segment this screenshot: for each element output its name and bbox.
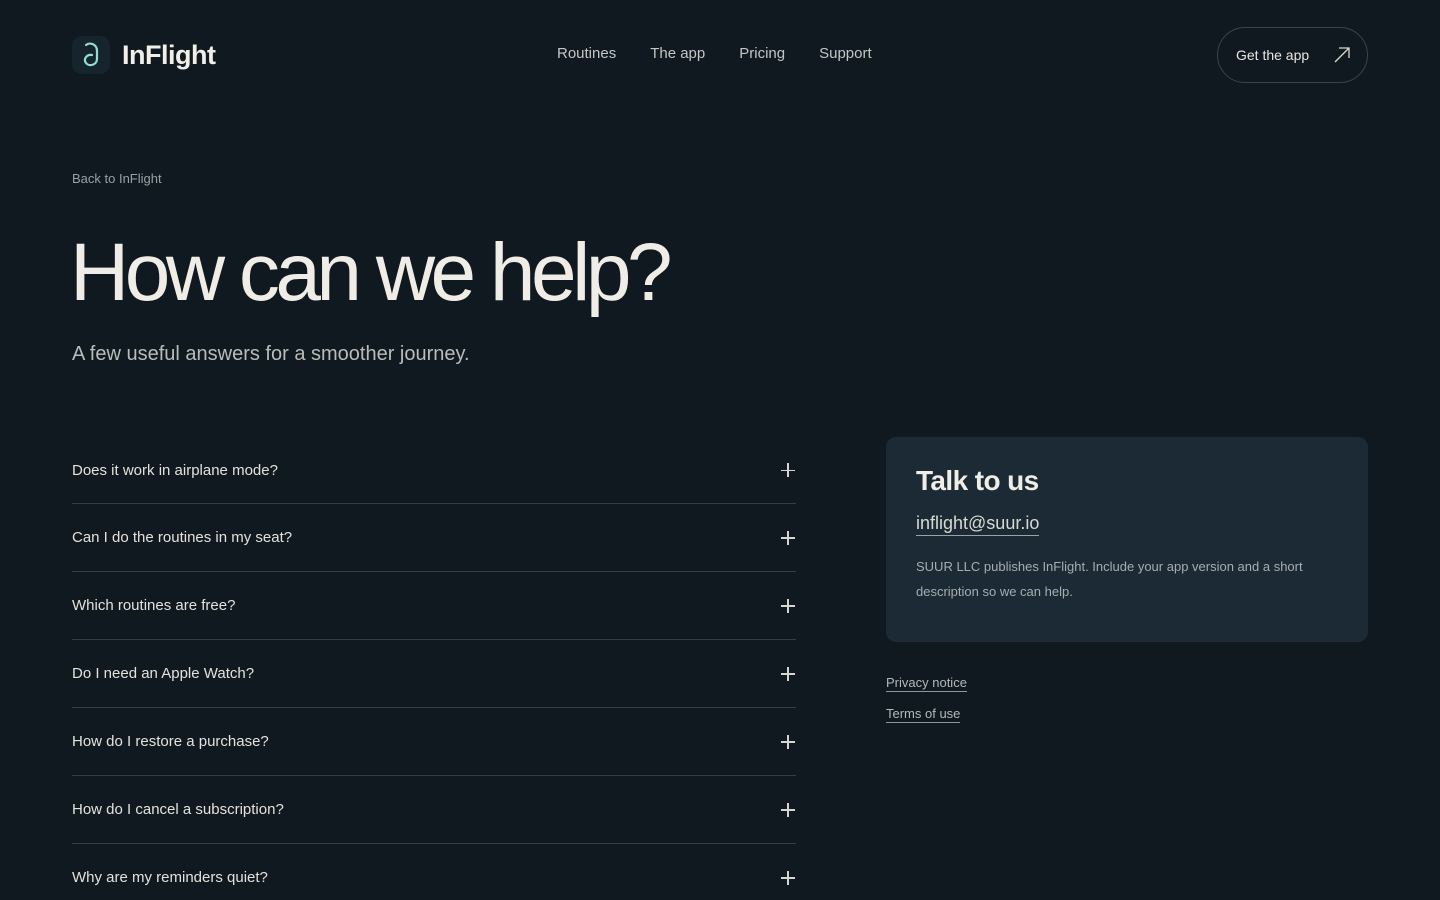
faq-question: Can I do the routines in my seat? [72,529,293,546]
plus-icon[interactable] [781,530,795,545]
faq-item[interactable]: Does it work in airplane mode? [72,437,796,504]
back-link[interactable]: Back to InFlight [72,171,162,186]
nav-the-app[interactable]: The app [650,45,705,62]
logo-icon [72,36,110,74]
contact-description: SUUR LLC publishes InFlight. Include you… [916,559,1303,599]
terms-of-use-link[interactable]: Terms of use [886,706,961,723]
nav-support[interactable]: Support [819,45,872,62]
plus-icon[interactable] [781,463,795,477]
contact-card: Talk to us inflight@suur.io SUUR LLC pub… [886,437,1368,642]
plus-icon[interactable] [781,734,795,749]
faq-item[interactable]: Do I need an Apple Watch? [72,640,796,708]
faq-item[interactable]: Which routines are free? [72,572,796,640]
plus-icon[interactable] [781,870,795,885]
privacy-notice-link[interactable]: Privacy notice [886,675,967,692]
plus-icon[interactable] [781,666,795,681]
plus-icon[interactable] [781,802,795,817]
faq-list: Does it work in airplane mode? Can I do … [72,437,796,900]
faq-item[interactable]: Can I do the routines in my seat? [72,504,796,572]
plus-icon[interactable] [781,598,795,613]
faq-question: How do I restore a purchase? [72,733,269,750]
get-the-app-label: Get the app [1236,47,1310,63]
logo-link[interactable]: InFlight [72,36,216,74]
page-title: How can we help? [70,227,673,318]
page-subtitle: A few useful answers for a smoother jour… [72,343,470,365]
nav-routines[interactable]: Routines [557,45,616,62]
faq-question: Why are my reminders quiet? [72,869,268,886]
legal-links: Privacy notice Terms of use [886,675,967,723]
faq-question: Does it work in airplane mode? [72,461,278,479]
arrow-up-right-icon [1333,46,1351,64]
faq-item[interactable]: How do I restore a purchase? [72,708,796,776]
faq-item[interactable]: How do I cancel a subscription? [72,776,796,844]
faq-question: Which routines are free? [72,597,236,614]
logo-text: InFlight [122,39,216,70]
site-header: InFlight Routines The app Pricing Suppor… [0,0,1440,110]
contact-email-link[interactable]: inflight@suur.io [916,513,1040,536]
faq-question: How do I cancel a subscription? [72,801,284,818]
faq-question: Do I need an Apple Watch? [72,665,255,682]
get-the-app-button[interactable]: Get the app [1217,27,1368,83]
nav-pricing[interactable]: Pricing [739,45,785,62]
contact-title: Talk to us [916,465,1039,496]
main-nav: Routines The app Pricing Support [557,45,872,62]
support-page: InFlight Routines The app Pricing Suppor… [0,0,1440,900]
faq-item[interactable]: Why are my reminders quiet? [72,844,796,900]
